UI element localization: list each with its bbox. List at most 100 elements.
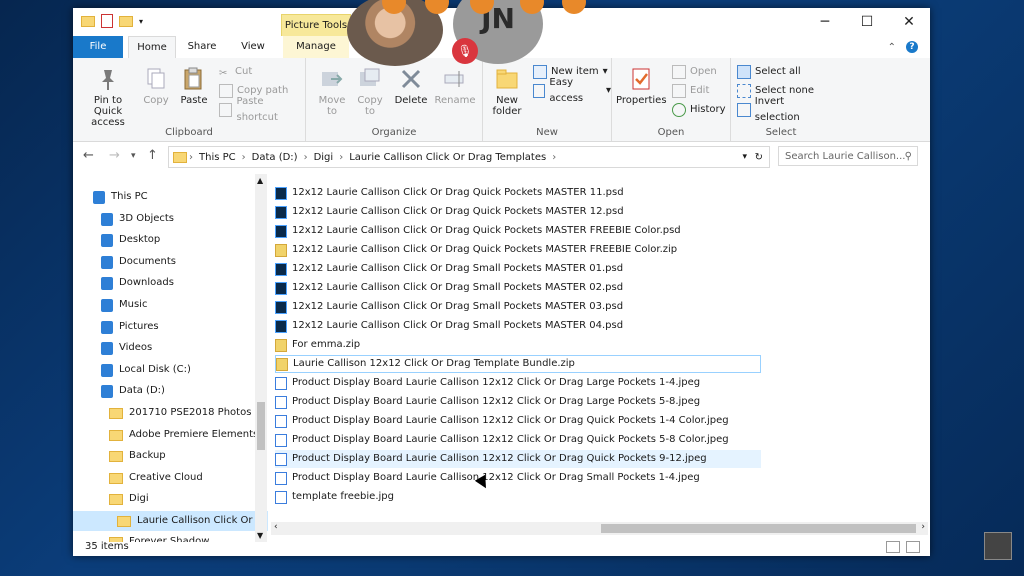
file-name: Product Display Board Laurie Callison 12… (292, 472, 700, 483)
sidebar-item-data-d[interactable]: Data (D:) (73, 381, 165, 401)
file-row[interactable]: Product Display Board Laurie Callison 12… (275, 412, 761, 430)
up-button[interactable]: ↑ (147, 148, 158, 163)
copy-to-button[interactable]: Copy to (354, 66, 386, 117)
delete-button[interactable]: Delete (394, 66, 428, 106)
scroll-right-icon[interactable]: › (921, 522, 925, 532)
tab-share[interactable]: Share (181, 36, 223, 58)
sidebar-item-pictures[interactable]: Pictures (73, 317, 159, 337)
sidebar-item-label: Backup (129, 450, 166, 461)
maximize-button[interactable]: ☐ (846, 8, 888, 36)
file-row[interactable]: 12x12 Laurie Callison Click Or Drag Smal… (275, 317, 761, 335)
breadcrumb-current-folder[interactable]: Laurie Callison Click Or Drag Templates (349, 152, 546, 163)
file-row[interactable]: 12x12 Laurie Callison Click Or Drag Quic… (275, 203, 761, 221)
breadcrumb-digi[interactable]: Digi (314, 152, 334, 163)
sidebar-item-backup[interactable]: Backup (73, 446, 166, 466)
file-row[interactable]: 12x12 Laurie Callison Click Or Drag Quic… (275, 241, 761, 259)
paste-button[interactable]: Paste (179, 66, 209, 106)
back-button[interactable]: ← (83, 148, 94, 163)
file-row[interactable]: Product Display Board Laurie Callison 12… (275, 469, 761, 487)
tab-view[interactable]: View (233, 36, 273, 58)
history-button[interactable]: History (672, 102, 726, 118)
delete-icon (398, 66, 424, 92)
muted-mic-icon[interactable]: 🎙 (452, 38, 478, 64)
file-row[interactable]: Product Display Board Laurie Callison 12… (275, 374, 761, 392)
easy-access-button[interactable]: Easy access ▾ (533, 77, 611, 104)
scroll-left-icon[interactable]: ‹ (274, 522, 278, 532)
pin-quick-access-button[interactable]: Pin to Quick access (79, 66, 137, 128)
sidebar-item-adobe-premiere-elements[interactable]: Adobe Premiere Elements (73, 425, 258, 445)
tab-file[interactable]: File (73, 36, 123, 58)
address-dropdown-icon[interactable]: ▾ (742, 152, 747, 162)
edit-button[interactable]: Edit (672, 83, 709, 99)
file-row[interactable]: Product Display Board Laurie Callison 12… (275, 450, 761, 468)
tab-manage[interactable]: Manage (283, 36, 349, 58)
properties-button[interactable]: Properties (616, 66, 667, 106)
recent-locations-button[interactable]: ▾ (131, 151, 136, 161)
search-input[interactable]: Search Laurie Callison... ⚲ (778, 146, 918, 166)
expand-ribbon-icon[interactable]: ⌃ (888, 42, 896, 53)
breadcrumb-this-pc[interactable]: This PC (199, 152, 236, 163)
cut-button[interactable]: ✂ Cut (219, 64, 252, 80)
sidebar-item-downloads[interactable]: Downloads (73, 273, 174, 293)
move-to-button[interactable]: Move to (316, 66, 348, 117)
scrollbar-thumb[interactable] (601, 524, 916, 533)
file-row[interactable]: 12x12 Laurie Callison Click Or Drag Smal… (275, 260, 761, 278)
sidebar-item-digi[interactable]: Digi (73, 489, 149, 509)
sidebar-item-desktop[interactable]: Desktop (73, 230, 160, 250)
file-row[interactable]: 12x12 Laurie Callison Click Or Drag Quic… (275, 184, 761, 202)
details-view-icon[interactable] (886, 541, 900, 553)
rename-button[interactable]: Rename (434, 66, 476, 106)
file-name: 12x12 Laurie Callison Click Or Drag Quic… (292, 187, 624, 198)
forward-button[interactable]: → (109, 148, 120, 163)
sidebar-item-local-disk-c[interactable]: Local Disk (C:) (73, 360, 191, 380)
sidebar-item-laurie-callison-click-or-d[interactable]: Laurie Callison Click Or D (73, 511, 268, 531)
file-row[interactable]: template freebie.jpg (275, 488, 761, 506)
file-row[interactable]: 12x12 Laurie Callison Click Or Drag Smal… (275, 279, 761, 297)
file-row[interactable]: For emma.zip (275, 336, 761, 354)
navigation-scrollbar[interactable]: ▲ ▼ (255, 174, 267, 542)
file-row[interactable]: 12x12 Laurie Callison Click Or Drag Quic… (275, 222, 761, 240)
sidebar-item-201710-pse2018-photos[interactable]: 201710 PSE2018 Photos (73, 403, 251, 423)
horizontal-scrollbar[interactable]: ‹ › (271, 522, 928, 535)
file-list: 12x12 Laurie Callison Click Or Drag Quic… (271, 174, 926, 522)
new-folder-button[interactable]: New folder (487, 66, 527, 117)
copy-button[interactable]: Copy (141, 66, 171, 106)
paste-label: Paste (180, 95, 208, 106)
file-name: 12x12 Laurie Callison Click Or Drag Quic… (292, 206, 624, 217)
rename-icon (442, 66, 468, 92)
help-icon[interactable]: ? (906, 41, 918, 53)
file-row[interactable]: Laurie Callison 12x12 Click Or Drag Temp… (275, 355, 761, 373)
scrollbar-thumb[interactable] (257, 402, 265, 450)
address-row: ← → ▾ ↑ › This PC › Data (D:) › Digi › L… (73, 142, 930, 170)
sidebar-item-label: Pictures (119, 321, 159, 332)
new-folder-icon[interactable] (119, 15, 133, 27)
select-all-button[interactable]: Select all (737, 64, 801, 80)
file-row[interactable]: Product Display Board Laurie Callison 12… (275, 393, 761, 411)
address-bar[interactable]: › This PC › Data (D:) › Digi › Laurie Ca… (168, 146, 770, 168)
file-name: 12x12 Laurie Callison Click Or Drag Smal… (292, 301, 624, 312)
video-icon (101, 341, 113, 355)
properties-icon[interactable] (101, 14, 113, 28)
sidebar-item-videos[interactable]: Videos (73, 338, 152, 358)
scroll-up-icon[interactable]: ▲ (257, 176, 263, 185)
chevron-down-icon[interactable]: ▾ (139, 17, 143, 26)
clipboard-group-label: Clipboard (165, 127, 213, 138)
breadcrumb-data-d[interactable]: Data (D:) (252, 152, 298, 163)
large-icons-view-icon[interactable] (906, 541, 920, 553)
easy-access-icon (533, 84, 546, 98)
sidebar-item-music[interactable]: Music (73, 295, 147, 315)
sidebar-item-this-pc[interactable]: This PC (73, 187, 148, 207)
sidebar-item-documents[interactable]: Documents (73, 252, 176, 272)
sidebar-item-creative-cloud[interactable]: Creative Cloud (73, 468, 203, 488)
minimize-button[interactable]: ─ (804, 8, 846, 36)
refresh-icon[interactable]: ↻ (755, 152, 763, 163)
file-row[interactable]: Product Display Board Laurie Callison 12… (275, 431, 761, 449)
file-row[interactable]: 12x12 Laurie Callison Click Or Drag Smal… (275, 298, 761, 316)
invert-selection-button[interactable]: Invert selection (737, 96, 831, 123)
close-button[interactable]: ✕ (888, 8, 930, 36)
sidebar-item-3d-objects[interactable]: 3D Objects (73, 209, 174, 229)
edit-icon (672, 84, 686, 98)
open-button[interactable]: Open (672, 64, 717, 80)
tab-home[interactable]: Home (128, 36, 176, 59)
paste-shortcut-button[interactable]: Paste shortcut (219, 96, 305, 123)
